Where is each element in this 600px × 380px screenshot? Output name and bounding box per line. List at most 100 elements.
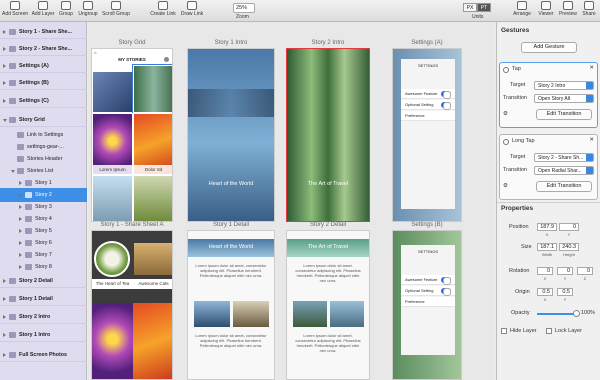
sidebar-item-settings-c[interactable]: Settings (C) [0, 94, 87, 108]
add-screen-button[interactable]: Add Screen [2, 1, 28, 17]
zoom-select[interactable]: 25% [233, 3, 255, 13]
disclosure-closed-icon[interactable] [19, 229, 22, 233]
gesture-long-tap[interactable]: Long Tap ✕ Target Story 2 - Share Sh... … [499, 134, 598, 200]
disclosure-open-icon[interactable] [3, 119, 7, 122]
sidebar-item-story-grid[interactable]: Story Grid [0, 113, 87, 127]
disclosure-open-icon[interactable] [11, 170, 15, 173]
grid-tile[interactable] [92, 175, 133, 221]
screen-story-1-share-sheet-a[interactable]: Story 1 - Share Sheet A The Heart of Tea… [91, 220, 173, 380]
group-button[interactable]: Group [57, 1, 75, 17]
sidebar-item-story-1-share-she[interactable]: Story 1 - Share She... [0, 25, 87, 39]
disclosure-closed-icon[interactable] [3, 333, 6, 337]
sidebar-item-story-1-detail[interactable]: Story 1 Detail [0, 292, 87, 306]
hero-title: Heart of the World [208, 181, 254, 187]
rotation-z-field[interactable]: 0 [577, 267, 593, 275]
share-tile[interactable] [134, 243, 172, 275]
opacity-slider-fill [537, 313, 577, 315]
screen-story-2-detail[interactable]: Story 2 Detail The Art of Travel Lorem i… [286, 220, 370, 380]
position-x-field[interactable]: 187.9 [537, 223, 557, 231]
disclosure-closed-icon[interactable] [19, 241, 22, 245]
sidebar-item-settings-a[interactable]: Settings (A) [0, 59, 87, 73]
toggle-switch[interactable] [441, 102, 451, 110]
disclosure-closed-icon[interactable] [19, 265, 22, 269]
edit-transition-button[interactable]: Edit Transition [536, 109, 592, 120]
grid-tile[interactable] [92, 71, 133, 113]
disclosure-closed-icon[interactable] [3, 47, 6, 51]
disclosure-closed-icon[interactable] [3, 30, 6, 34]
close-icon[interactable]: ✕ [589, 65, 594, 71]
size-width-field[interactable]: 187.1 [537, 243, 557, 251]
sidebar-item-story-2-intro[interactable]: Story 2 Intro [0, 310, 87, 324]
arrange-button[interactable]: Arrange [511, 1, 533, 17]
preview-button[interactable]: Preview [558, 1, 578, 17]
share-tile[interactable] [94, 241, 130, 277]
sidebar-item-full-screen-photos[interactable]: Full Screen Photos [0, 348, 87, 362]
toggle-switch[interactable] [441, 91, 451, 99]
transition-select[interactable]: Open Story Alt [534, 94, 594, 103]
disclosure-closed-icon[interactable] [19, 181, 22, 185]
disclosure-closed-icon[interactable] [3, 279, 6, 283]
disclosure-closed-icon[interactable] [3, 315, 6, 319]
share-tile[interactable] [92, 303, 133, 379]
ungroup-button[interactable]: Ungroup [77, 1, 99, 17]
share-tile[interactable] [133, 303, 172, 379]
disclosure-closed-icon[interactable] [19, 217, 22, 221]
size-height-field[interactable]: 240.3 [559, 243, 579, 251]
units-pt-option[interactable]: PT [477, 3, 491, 12]
disclosure-closed-icon[interactable] [3, 353, 6, 357]
edit-transition-button[interactable]: Edit Transition [536, 181, 592, 192]
screen-story-grid[interactable]: Story Grid ⌂ MY STORIES Lorem Ipsum Dolo… [91, 38, 173, 222]
sidebar-item-story-8[interactable]: Story 8 [0, 260, 87, 274]
disclosure-closed-icon[interactable] [19, 205, 22, 209]
transition-select[interactable]: Open Radial Shar... [534, 166, 594, 175]
draw-link-button[interactable]: Draw Link [179, 1, 205, 17]
target-select[interactable]: Story 2 - Share Sh... [534, 153, 594, 162]
screen-story-1-detail[interactable]: Story 1 Detail Heart of the World Lorem … [187, 220, 275, 380]
settings-gear-icon[interactable] [164, 57, 169, 62]
sidebar-item-story-2-detail[interactable]: Story 2 Detail [0, 274, 87, 288]
create-link-button[interactable]: Create Link [149, 1, 177, 17]
toggle-switch[interactable] [441, 288, 451, 296]
home-icon[interactable]: ⌂ [94, 50, 96, 55]
grid-tile[interactable] [133, 175, 172, 221]
screen-settings-a[interactable]: Settings (A) SETTINGS Awesome Feature Op… [392, 38, 462, 222]
position-y-field[interactable]: 0 [559, 223, 579, 231]
share-button[interactable]: Share [580, 1, 598, 17]
opacity-slider-handle[interactable] [573, 310, 580, 317]
lock-layer-checkbox[interactable] [546, 328, 552, 334]
add-layer-button[interactable]: Add Layer [30, 1, 56, 17]
design-canvas[interactable]: Story Grid ⌂ MY STORIES Lorem Ipsum Dolo… [88, 22, 495, 380]
toggle-switch[interactable] [441, 277, 451, 285]
screen-story-1-intro[interactable]: Story 1 Intro Heart of the World [187, 38, 275, 222]
viewer-button[interactable]: Viewer [536, 1, 556, 17]
gesture-tap[interactable]: Tap ✕ Target Story 2 Intro Transition Op… [499, 62, 598, 128]
grid-tile-selected[interactable] [132, 64, 172, 114]
disclosure-closed-icon[interactable] [19, 193, 22, 197]
disclosure-closed-icon[interactable] [3, 81, 6, 85]
origin-y-field[interactable]: 0.5 [557, 288, 573, 296]
disclosure-closed-icon[interactable] [3, 99, 6, 103]
rotation-x-field[interactable]: 0 [537, 267, 553, 275]
opacity-slider[interactable] [537, 310, 580, 317]
sidebar-item-story-2-share-she[interactable]: Story 2 - Share She... [0, 42, 87, 56]
sidebar-item-story-1-intro[interactable]: Story 1 Intro [0, 328, 87, 342]
close-icon[interactable]: ✕ [589, 137, 594, 143]
sidebar-item-label: Story 2 Intro [19, 314, 51, 320]
hide-layer-checkbox[interactable] [501, 328, 507, 334]
units-px-option[interactable]: PX [463, 3, 477, 12]
share-icon [584, 1, 594, 10]
screen-settings-b[interactable]: Settings (B) SETTINGS Awesome Feature Op… [392, 220, 462, 380]
target-select[interactable]: Story 2 Intro [534, 81, 594, 90]
screen-story-2-intro[interactable]: Story 2 Intro The Art of Travel [286, 38, 370, 222]
disclosure-closed-icon[interactable] [19, 253, 22, 257]
disclosure-closed-icon[interactable] [3, 64, 6, 68]
scroll-group-button[interactable]: Scroll Group [101, 1, 131, 17]
sidebar-item-settings-b[interactable]: Settings (B) [0, 76, 87, 90]
gear-icon[interactable]: ⚙ [503, 183, 508, 189]
gear-icon[interactable]: ⚙ [503, 111, 508, 117]
units-toggle[interactable]: PX PT [463, 3, 491, 12]
add-gesture-button[interactable]: Add Gesture [521, 42, 577, 53]
disclosure-closed-icon[interactable] [3, 297, 6, 301]
origin-x-field[interactable]: 0.5 [537, 288, 553, 296]
rotation-y-field[interactable]: 0 [557, 267, 573, 275]
